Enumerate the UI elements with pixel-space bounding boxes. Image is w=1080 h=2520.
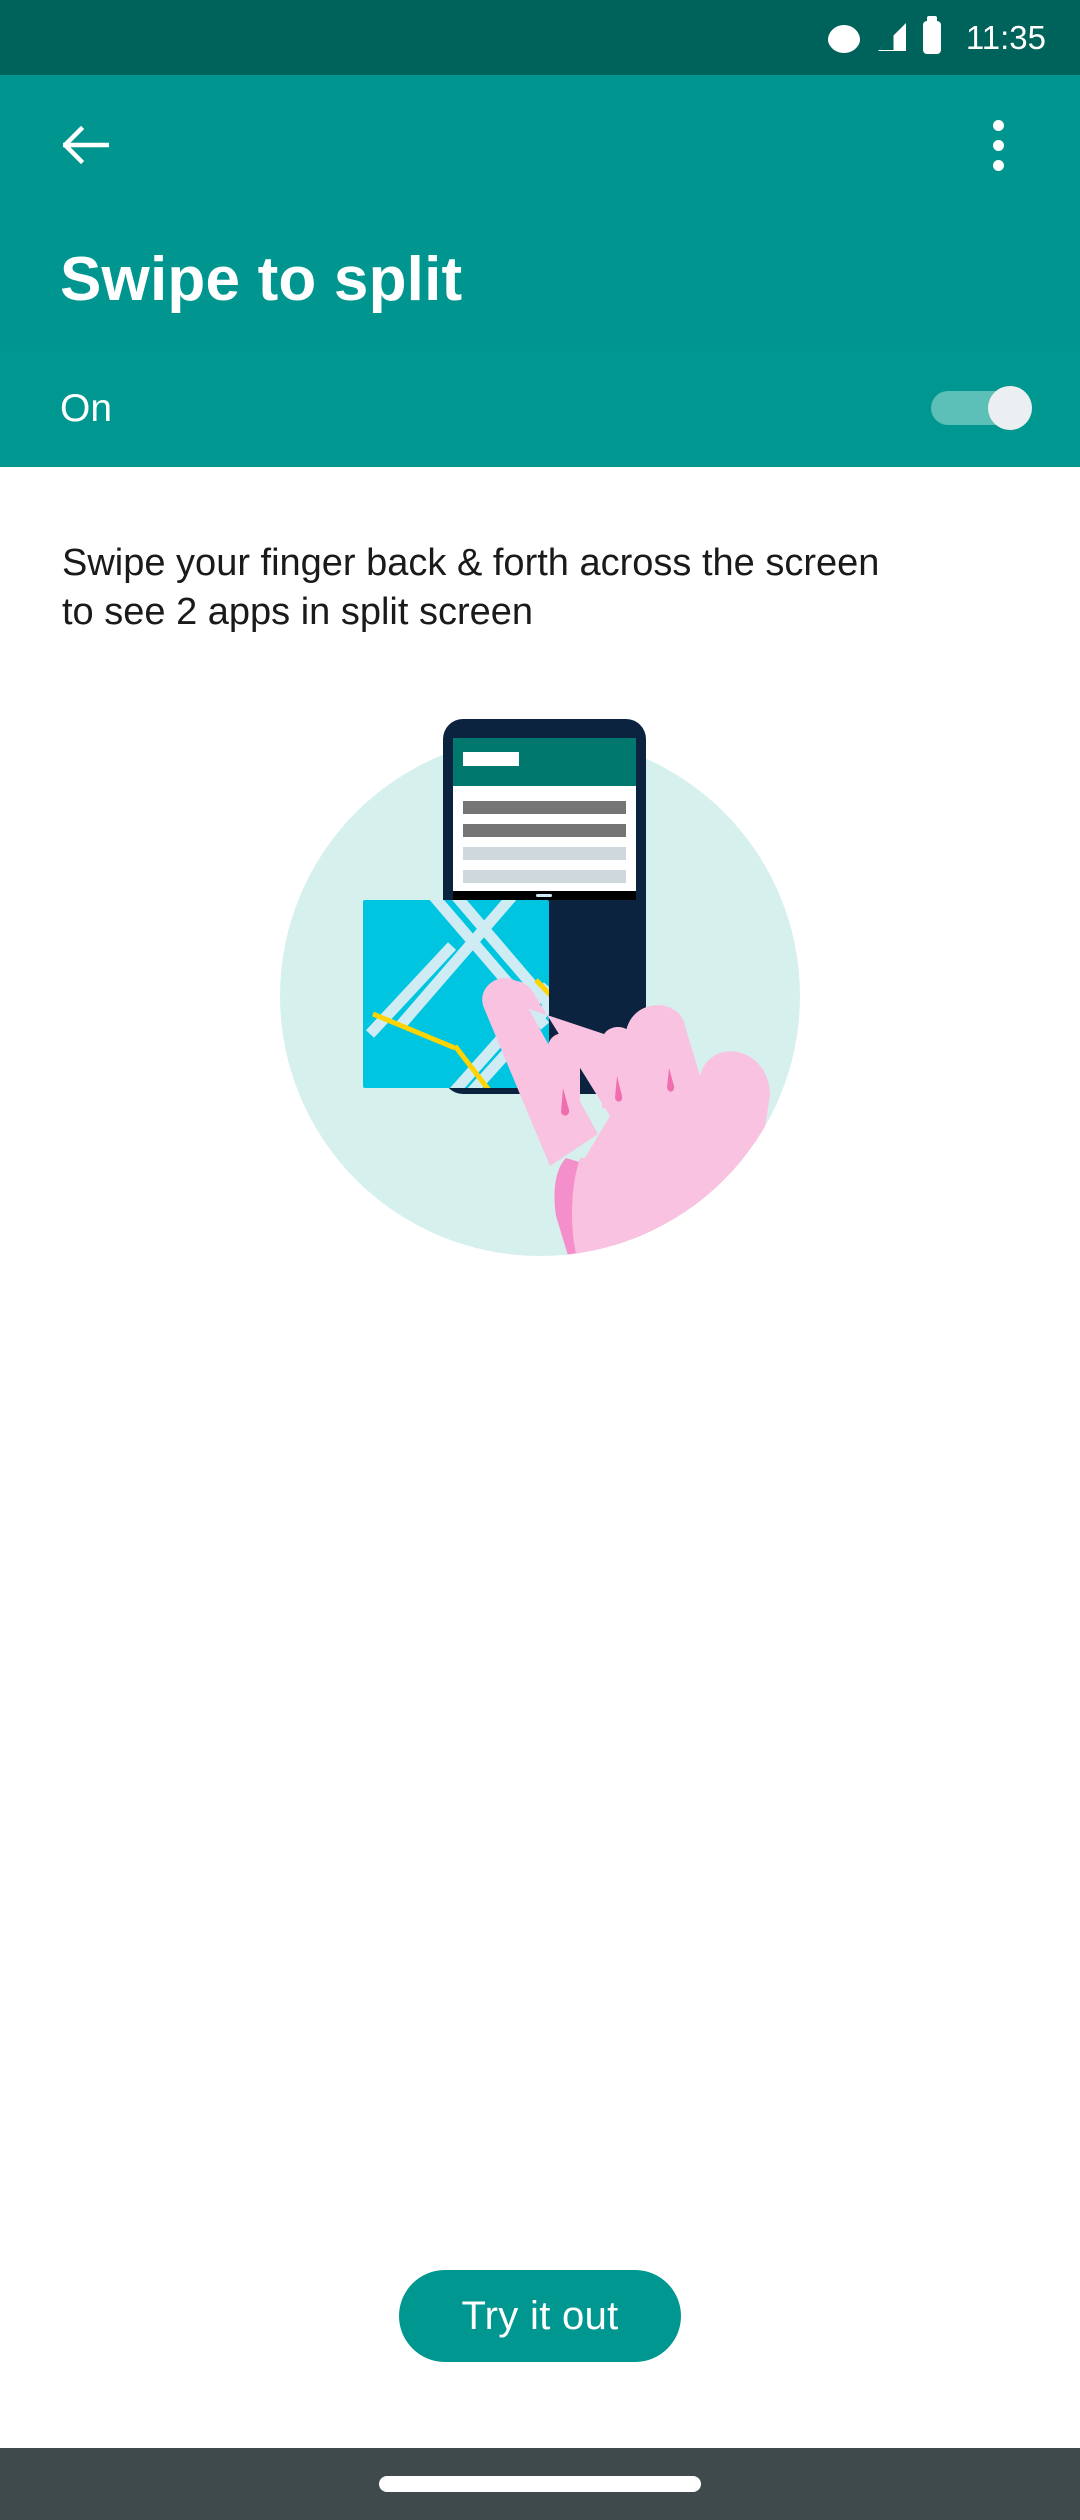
try-it-out-button[interactable]: Try it out bbox=[399, 2270, 681, 2362]
illustration-container bbox=[0, 696, 1080, 1276]
back-button[interactable] bbox=[44, 103, 128, 187]
system-navigation-bar bbox=[0, 2448, 1080, 2520]
status-icons: 11:35 bbox=[827, 16, 1046, 56]
app-bar: Swipe to split bbox=[0, 75, 1080, 349]
overflow-menu-icon bbox=[992, 119, 1004, 171]
master-toggle-row[interactable]: On bbox=[0, 349, 1080, 467]
description-text: Swipe your finger back & forth across th… bbox=[62, 542, 880, 634]
signal-icon bbox=[876, 22, 908, 53]
status-bar: 11:35 bbox=[0, 0, 1080, 75]
master-toggle-label: On bbox=[60, 386, 113, 430]
back-arrow-icon bbox=[61, 125, 110, 165]
cta-container: Try it out bbox=[0, 2270, 1080, 2448]
page-title: Swipe to split bbox=[60, 245, 463, 314]
wifi-icon bbox=[827, 23, 861, 53]
content-area: Swipe your finger back & forth across th… bbox=[0, 467, 1080, 2448]
battery-icon bbox=[922, 16, 941, 54]
overflow-menu-button[interactable] bbox=[956, 103, 1040, 187]
status-bar-clock: 11:35 bbox=[965, 19, 1046, 56]
app-bar-actions bbox=[0, 75, 1080, 185]
master-toggle-switch[interactable] bbox=[931, 386, 1032, 430]
switch-thumb bbox=[988, 386, 1032, 430]
home-gesture-pill[interactable] bbox=[379, 2476, 701, 2492]
phone-screen: 11:35 Swipe to split On Swipe your finge… bbox=[0, 0, 1080, 2520]
split-screen-swipe-illustration bbox=[280, 696, 800, 1276]
